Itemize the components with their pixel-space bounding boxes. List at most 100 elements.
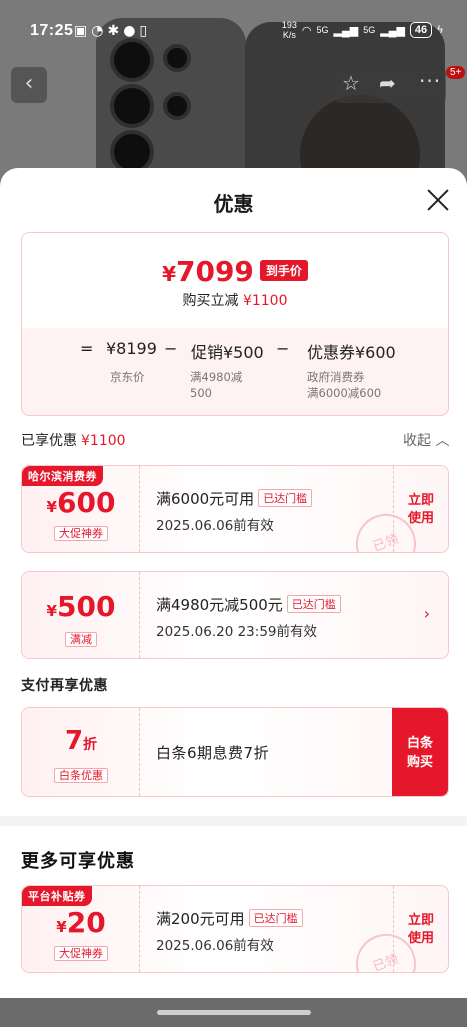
coupon-value-number: 20: [66, 906, 106, 939]
coupon-note-line1: 政府消费券: [307, 370, 365, 384]
coupon-value-number: 600: [56, 486, 116, 519]
promo-note-line2: 500: [190, 386, 212, 400]
use-now-line1: 立即: [407, 913, 434, 928]
baitiao-value-panel: 7折 白条优惠: [22, 708, 140, 796]
baitiao-buy-line2: 购买: [406, 755, 433, 770]
baitiao-discount-card[interactable]: 7折 白条优惠 白条6期息费7折 白条 购买: [21, 707, 449, 797]
location-icon: ●: [123, 23, 136, 39]
final-price-value: 7099: [175, 255, 254, 288]
coupon-validity: 2025.06.06前有效: [156, 518, 274, 534]
coupon-note: 政府消费券 满6000减600: [307, 369, 381, 401]
vibrate-icon: ▯: [139, 23, 148, 39]
status-right-group: 193 K/s ◠ 5G ▂▄▆ 5G ▂▄▆ 46 ϟ: [282, 20, 443, 40]
coupon-type-badge: 大促神券: [54, 526, 108, 541]
chevron-right-icon[interactable]: ›: [424, 604, 430, 623]
threshold-met-badge: 已达门槛: [286, 595, 341, 613]
camera-lens: [163, 92, 191, 120]
status-time: 17:25: [30, 22, 74, 39]
signal-1-label: 5G: [316, 25, 329, 35]
instant-discount-label: 购买立减: [182, 293, 239, 309]
coupon-value-panel: 平台补贴券 ¥20 大促神券: [22, 886, 140, 972]
chevron-left-icon: ‹: [24, 71, 34, 96]
baitiao-discount-number: 7: [64, 726, 84, 756]
final-price: ¥7099 到手价: [22, 255, 448, 288]
minus-sign: −: [276, 339, 290, 358]
charging-icon: ϟ: [437, 24, 443, 36]
coupon-card[interactable]: 哈尔滨消费券 ¥600 大促神券 满6000元可用 已达门槛 2025.06.06…: [21, 465, 449, 553]
network-speed-value: 193: [281, 20, 297, 30]
minus-sign: −: [164, 339, 178, 358]
coupon-card[interactable]: ¥500 满减 满4980元减500元 已达门槛 2025.06.20 23:59…: [21, 571, 449, 659]
coupon-value-number: 500: [56, 590, 116, 623]
baitiao-discount-unit: 折: [83, 737, 98, 753]
baitiao-buy-button[interactable]: 白条 购买: [392, 708, 448, 796]
coupon-condition: 满6000元可用 已达门槛: [156, 488, 313, 509]
coupon-value: ¥500: [22, 590, 140, 623]
coupon-condition: 满200元可用 已达门槛: [156, 908, 303, 929]
collapse-label: 收起: [403, 433, 431, 449]
alarm-icon: ◔: [91, 23, 104, 39]
promo-discount: 促销¥500: [191, 343, 264, 362]
home-indicator[interactable]: [157, 1010, 311, 1015]
use-now-button[interactable]: 立即 使用: [393, 886, 448, 972]
back-button[interactable]: ‹: [11, 67, 47, 103]
nfc-icon: ▣: [74, 23, 88, 39]
enjoyed-discount-label: 已享优惠: [21, 433, 77, 449]
section-divider: [0, 816, 467, 826]
use-now-button[interactable]: 立即 使用: [393, 466, 448, 552]
close-icon[interactable]: [424, 186, 452, 214]
coupon-card[interactable]: 平台补贴券 ¥20 大促神券 满200元可用 已达门槛 2025.06.06前有效…: [21, 885, 449, 973]
baitiao-discount-value: 7折: [22, 726, 140, 756]
instant-discount-amount: ¥1100: [242, 293, 288, 309]
threshold-met-badge: 已达门槛: [248, 909, 303, 927]
collapse-button[interactable]: 收起 ︿: [403, 430, 449, 450]
bluetooth-icon: ✱: [107, 23, 120, 39]
status-bar: 17:25 ▣ ◔ ✱ ● ▯ 193 K/s ◠ 5G ▂▄▆ 5G ▂▄▆ …: [0, 0, 467, 62]
camera-lens: [110, 84, 154, 128]
baitiao-description: 白条6期息费7折: [156, 744, 270, 762]
coupon-type-badge: 大促神券: [54, 946, 108, 961]
coupon-validity: 2025.06.06前有效: [156, 938, 274, 954]
threshold-met-badge: 已达门槛: [258, 489, 313, 507]
coupon-condition-text: 满4980元减500元: [156, 596, 283, 614]
promo-note-line1: 满4980减: [190, 370, 243, 384]
coupon-value: ¥20: [22, 906, 140, 939]
baitiao-type-badge: 白条优惠: [54, 768, 108, 783]
use-now-line2: 使用: [407, 511, 434, 526]
coupon-discount: 优惠券¥600: [307, 343, 396, 362]
message-badge: 5+: [446, 66, 466, 79]
coupon-validity: 2025.06.20 23:59前有效: [156, 624, 317, 640]
payment-discount-label: 支付再享优惠: [21, 678, 108, 694]
chevron-up-icon: ︿: [435, 433, 450, 449]
use-now-line2: 使用: [407, 931, 434, 946]
status-notification-icons: ▣ ◔ ✱ ● ▯: [74, 23, 147, 39]
coupon-value: ¥600: [22, 486, 140, 519]
star-icon[interactable]: ☆: [342, 71, 360, 95]
final-price-tag: 到手价: [259, 260, 308, 281]
coupon-condition-text: 满6000元可用: [156, 490, 255, 508]
share-icon[interactable]: ➦: [379, 71, 396, 95]
enjoyed-discount-amount: ¥1100: [81, 433, 126, 449]
sheet-title: 优惠: [213, 192, 254, 216]
coupon-value-panel: ¥500 满减: [22, 572, 140, 658]
currency-symbol: ¥: [56, 918, 67, 936]
more-discounts-title: 更多可享优惠: [21, 851, 135, 872]
coupon-type-badge: 满减: [65, 632, 97, 647]
signal-icon: ▂▄▆: [333, 24, 359, 37]
coupon-value-panel: 哈尔滨消费券 ¥600 大促神券: [22, 466, 140, 552]
promo-note: 满4980减 500: [190, 369, 242, 401]
product-nav-actions: ☆ ➦ ···: [334, 67, 446, 103]
coupon-condition: 满4980元减500元 已达门槛: [156, 594, 341, 615]
battery-level: 46: [409, 22, 433, 38]
signal-icon: ▂▄▆: [380, 24, 405, 37]
price-summary-card: ¥7099 到手价 购买立减 ¥1100 = ¥8199 − 促销¥500 − 优…: [21, 232, 449, 416]
currency-symbol: ¥: [46, 602, 57, 620]
coupon-note-line2: 满6000减600: [307, 386, 382, 400]
network-speed-unit: K/s: [282, 30, 296, 40]
more-icon[interactable]: ···: [419, 69, 441, 93]
coupon-condition-text: 满200元可用: [156, 910, 245, 928]
signal-2-label: 5G: [363, 25, 376, 35]
coupon-tag: 哈尔滨消费券: [22, 466, 103, 486]
wifi-icon: ◠: [301, 24, 312, 37]
instant-discount: 购买立减 ¥1100: [22, 290, 448, 310]
